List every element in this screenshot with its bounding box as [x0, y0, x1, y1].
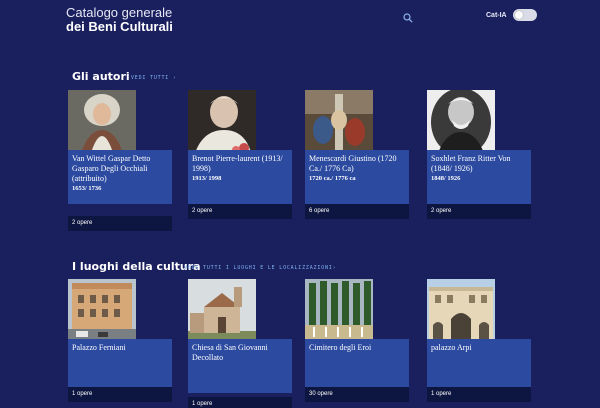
place-name: Cimitero degli Eroi [309, 343, 372, 352]
authors-section-title: Gli autori [72, 70, 130, 83]
author-portrait-image [68, 90, 136, 156]
author-works-count: 6 opere [305, 204, 409, 219]
author-works-count: 2 opere [427, 204, 531, 219]
place-card-body: Palazzo Ferniani [68, 339, 172, 393]
author-card-body: Soxhlet Franz Ritter Von (1848/ 1926) 18… [427, 150, 531, 204]
author-card-body: Brenot Pierre-laurent (1913/ 1998) 1913/… [188, 150, 292, 204]
search-icon[interactable] [403, 13, 413, 23]
place-card-body: palazzo Arpi [427, 339, 531, 393]
place-photo-image [188, 279, 256, 345]
authors-see-all-link[interactable]: VEDI TUTTI › [131, 75, 177, 81]
author-works-count: 2 opere [68, 216, 172, 231]
place-name: Palazzo Ferniani [72, 343, 126, 352]
cat-ia-toggle[interactable] [512, 9, 537, 21]
author-dates: 1848/ 1926 [431, 175, 461, 182]
author-card-body: Van Wittel Gaspar Detto Gasparo Degli Oc… [68, 150, 172, 204]
author-card-body: Menescardi Giustino (1720 Ca./ 1776 Ca) … [305, 150, 409, 204]
place-card-body: Chiesa di San Giovanni Decollato [188, 339, 292, 393]
author-works-count: 2 opere [188, 204, 292, 219]
author-name: Brenot Pierre-laurent (1913/ 1998) [192, 154, 283, 173]
author-name: Van Wittel Gaspar Detto Gasparo Degli Oc… [72, 154, 151, 183]
cat-ia-toggle-group: Cat-IA [486, 9, 537, 21]
place-card-body: Cimitero degli Eroi [305, 339, 409, 393]
author-portrait-image [427, 90, 495, 156]
toggle-label: Cat-IA [486, 11, 507, 19]
site-logo[interactable]: Catalogo generale dei Beni Culturali [66, 6, 173, 34]
place-works-count: 30 opere [305, 387, 409, 402]
places-see-all-link[interactable]: VEDI TUTTI I LUOGHI E LE LOCALIZZAZIONI› [184, 265, 336, 271]
places-section-title: I luoghi della cultura [72, 260, 201, 273]
logo-line-2: dei Beni Culturali [66, 19, 173, 34]
place-photo-image [427, 279, 495, 345]
author-dates: 1913/ 1998 [192, 175, 222, 182]
author-artwork-image [305, 90, 373, 156]
place-name: palazzo Arpi [431, 343, 472, 352]
author-name: Menescardi Giustino (1720 Ca./ 1776 Ca) [309, 154, 397, 173]
author-name: Soxhlet Franz Ritter Von (1848/ 1926) [431, 154, 511, 173]
logo-line-1: Catalogo generale [66, 5, 173, 20]
place-photo-image [305, 279, 373, 345]
place-name: Chiesa di San Giovanni Decollato [192, 343, 268, 362]
place-photo-image [68, 279, 136, 345]
author-dates: 1720 ca./ 1776 ca [309, 175, 356, 182]
place-works-count: 1 opere [188, 397, 292, 408]
author-portrait-image [188, 90, 256, 156]
place-works-count: 1 opere [68, 387, 172, 402]
place-works-count: 1 opere [427, 387, 531, 402]
author-dates: 1653/ 1736 [72, 185, 102, 192]
